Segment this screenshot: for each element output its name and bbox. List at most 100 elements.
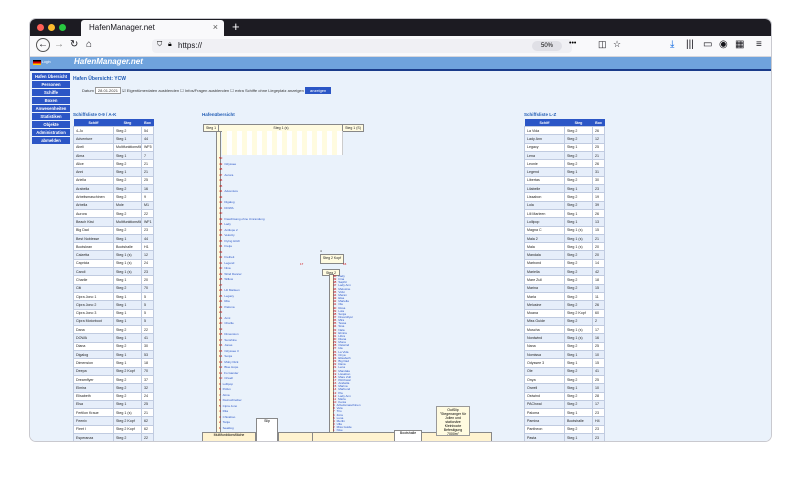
berth-ship[interactable]: Aurora xyxy=(224,173,233,177)
berth[interactable]: 9 Lollipop xyxy=(219,382,233,387)
berth[interactable]: 49 Odyssee xyxy=(219,162,236,167)
berth[interactable]: 39 Fiaschtsang ohne Umrandung xyxy=(219,217,265,222)
berth[interactable]: 36 Velocity xyxy=(219,233,235,238)
table-row[interactable]: Legend Steg 1 31 xyxy=(524,167,605,177)
berth[interactable]: 40 xyxy=(219,211,224,216)
berth-ship[interactable]: Tanja xyxy=(223,420,230,424)
ship-name-cell[interactable]: Legacy xyxy=(524,142,565,152)
ship-name-cell[interactable]: Nordwind xyxy=(524,333,565,343)
berth-ship[interactable]: Nina xyxy=(224,266,230,270)
table-row[interactable]: La Vida Steg 2 26 xyxy=(524,125,605,136)
ship-name-cell[interactable]: Cipra Jono 1 xyxy=(73,291,114,302)
ship-name-cell[interactable]: Ariella xyxy=(73,175,114,186)
ship-name-cell[interactable]: Mandala xyxy=(524,250,565,260)
ship-name-cell[interactable]: Magna C xyxy=(524,225,565,235)
table-row[interactable]: Mala Steg 1 (s) 20 xyxy=(524,242,605,252)
table-row[interactable]: Miss Guide Steg 22 xyxy=(524,316,605,327)
more-icon[interactable]: ••• xyxy=(569,40,576,47)
berth[interactable]: 26 Lili Marleen xyxy=(219,288,240,293)
ship-name-cell[interactable]: Feenix xyxy=(73,416,114,426)
ship-name-cell[interactable]: PAChwal xyxy=(524,399,565,410)
sidebar-icon[interactable]: ▭ xyxy=(703,39,712,50)
ship-name-cell[interactable]: Orwell xyxy=(524,383,565,393)
table-row[interactable]: PAChwal Steg 2 17 xyxy=(524,399,605,410)
berth[interactable]: 22 xyxy=(219,310,224,315)
berth[interactable]: 15 Odyssee 3 xyxy=(219,349,239,354)
berth[interactable]: 29 Wind Dancer xyxy=(219,272,242,277)
sidebar-item-1[interactable]: Personen xyxy=(32,81,70,88)
table-row[interactable]: Lilabelle Steg 1 23 xyxy=(524,184,605,194)
berth-ship[interactable]: Cipra Jono xyxy=(223,404,238,408)
berth-ship[interactable]: Sunshine xyxy=(224,338,237,342)
table-row[interactable]: Marina Steg 2 15 xyxy=(524,283,605,293)
sidebar-item-0[interactable]: Hafen Übersicht xyxy=(32,73,70,80)
col-header[interactable]: Schiff xyxy=(524,119,565,127)
ship-name-cell[interactable]: Lilabelle xyxy=(524,184,565,194)
ship-name-cell[interactable]: Adventure xyxy=(73,134,114,144)
sidebar-item-5[interactable]: Statistiken xyxy=(32,113,70,120)
berth-ship[interactable]: Velocity xyxy=(224,233,234,237)
table-row[interactable]: Bootskran Bootshalle H1 xyxy=(73,242,154,252)
table-row[interactable]: Calzetta Steg 1 (s) 12 xyxy=(73,250,154,260)
berth-ship[interactable]: Legend xyxy=(224,261,234,265)
berth[interactable]: 6 Kleinschreiber xyxy=(219,398,242,403)
table-row[interactable]: Deepa Steg 2 Kopf 70 xyxy=(73,366,154,376)
ship-name-cell[interactable]: Lena xyxy=(524,150,565,161)
col-header[interactable]: Steg xyxy=(564,119,593,127)
ship-name-cell[interactable]: Arbella xyxy=(73,200,114,210)
berth[interactable]: 1 Sealdog xyxy=(219,426,234,431)
ship-name-cell[interactable]: Odyssee 3 xyxy=(524,358,565,368)
table-row[interactable]: Onya Steg 2 25 xyxy=(524,374,605,385)
berth-ship[interactable]: Orwell xyxy=(224,376,233,380)
ship-name-cell[interactable]: Capricia xyxy=(73,258,114,269)
berth[interactable]: 8 Pollux xyxy=(219,387,231,392)
download-icon[interactable]: ⤓ xyxy=(670,39,674,50)
ship-name-cell[interactable]: Pasta xyxy=(524,432,565,441)
berth[interactable]: 27 xyxy=(219,283,224,288)
sidebar-item-8[interactable]: abmelden xyxy=(32,137,70,144)
ship-name-cell[interactable]: Esperanza xyxy=(73,432,114,441)
table-row[interactable]: Muscha Steg 1 (s) 17 xyxy=(524,325,605,335)
sidebar-item-7[interactable]: Administration xyxy=(32,129,70,136)
berth-ship[interactable]: Anni xyxy=(224,316,230,320)
shield-icon[interactable]: ⛉ xyxy=(157,41,162,49)
berth-ship[interactable]: Odyssee xyxy=(224,162,236,166)
ship-name-cell[interactable]: Dana xyxy=(73,325,114,335)
table-row[interactable]: Pantheon Steg 2 23 xyxy=(524,424,605,435)
table-row[interactable]: Elisabeth Steg 2 24 xyxy=(73,391,154,401)
ship-name-cell[interactable]: Calzetta xyxy=(73,250,114,260)
ship-name-cell[interactable]: Beach Kiwi xyxy=(73,217,114,227)
table-row[interactable]: Nana Steg 2 25 xyxy=(524,341,605,352)
ship-name-cell[interactable]: 4-Jo xyxy=(73,125,114,136)
berth[interactable]: 32 Freiheit xyxy=(219,255,234,260)
ship-name-cell[interactable]: Mala 2 xyxy=(524,233,565,244)
berth[interactable]: 24 Rita xyxy=(219,299,230,304)
sidebar-item-3[interactable]: Boxen xyxy=(32,97,70,104)
ship-name-cell[interactable]: Marina xyxy=(524,283,565,293)
table-row[interactable]: Alice Steg 2 21 xyxy=(73,159,154,169)
table-row[interactable]: Mariella Steg 2 42 xyxy=(524,267,605,277)
ship-name-cell[interactable]: Mala xyxy=(524,242,565,252)
berth[interactable]: 13 Moby Dick xyxy=(219,360,238,365)
berth[interactable]: 38 Lady xyxy=(219,222,231,227)
table-row[interactable]: Fleet I Steg 2 Kopf 62 xyxy=(73,424,154,435)
berth-ship[interactable]: Lili Marleen xyxy=(224,288,239,292)
table-row[interactable]: Ostwind Steg 2 28 xyxy=(524,391,605,401)
ship-name-cell[interactable]: Abeli xyxy=(73,142,114,152)
forward-arrow-icon[interactable]: → xyxy=(54,39,64,50)
berth-ship[interactable]: Flying Hitch xyxy=(224,239,240,243)
table-row[interactable]: Cipra Motorboot Steg 15 xyxy=(73,316,154,327)
berth-ship[interactable]: Charlie xyxy=(224,321,234,325)
table-row[interactable]: DOWA Steg 1 41 xyxy=(73,333,154,343)
berth[interactable]: 45 xyxy=(219,184,224,189)
table-row[interactable]: AbeliMultifunktionsflächeWF5 xyxy=(73,142,154,152)
table-row[interactable]: Mandala Steg 2 20 xyxy=(524,250,605,260)
berth-ship[interactable]: Sealdog xyxy=(223,426,234,430)
minimize-window-dot[interactable] xyxy=(48,24,55,31)
url-text[interactable]: https:// xyxy=(178,41,202,50)
table-row[interactable]: Pasta Steg 1 23 xyxy=(524,432,605,441)
table-row[interactable]: Dimension Steg 1 18 xyxy=(73,358,154,368)
table-row[interactable]: Ariella Steg 2 25 xyxy=(73,175,154,186)
german-flag-icon[interactable] xyxy=(33,60,41,65)
date-input[interactable]: 28.01.2021 xyxy=(94,87,121,94)
